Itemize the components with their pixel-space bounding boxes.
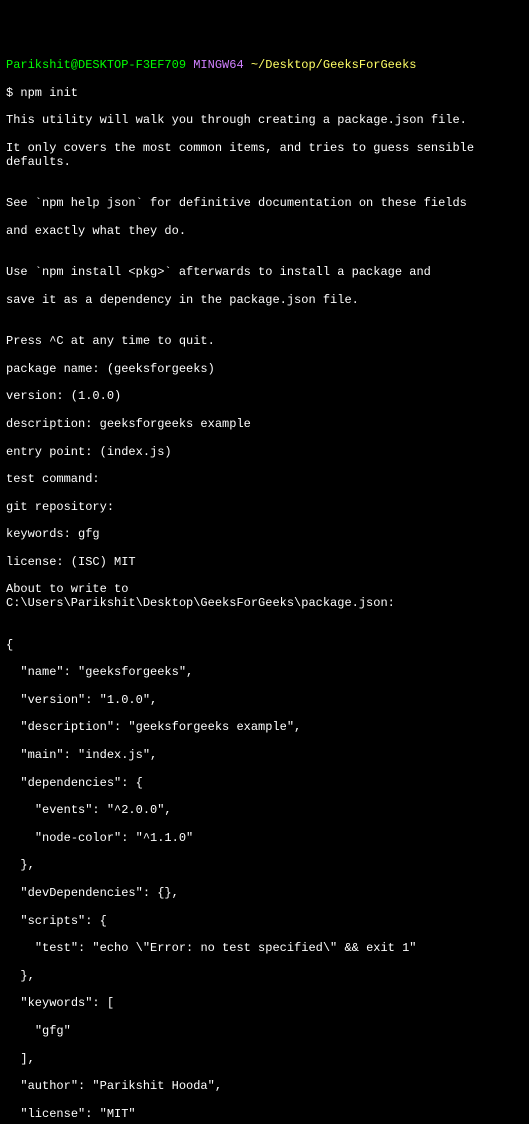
output-text: and exactly what they do. [6, 225, 523, 239]
prompt-qa[interactable]: test command: [6, 473, 523, 487]
json-preview: "description": "geeksforgeeks example", [6, 721, 523, 735]
json-preview: "author": "Parikshit Hooda", [6, 1080, 523, 1094]
output-text: See `npm help json` for definitive docum… [6, 197, 523, 211]
json-preview: "events": "^2.0.0", [6, 804, 523, 818]
json-preview: }, [6, 970, 523, 984]
prompt-qa[interactable]: entry point: (index.js) [6, 446, 523, 460]
prompt-line-1: Parikshit@DESKTOP-F3EF709 MINGW64 ~/Desk… [6, 59, 523, 73]
json-preview: "version": "1.0.0", [6, 694, 523, 708]
json-preview: { [6, 639, 523, 653]
json-preview: "main": "index.js", [6, 749, 523, 763]
output-text: Press ^C at any time to quit. [6, 335, 523, 349]
json-preview: "devDependencies": {}, [6, 887, 523, 901]
json-preview: "node-color": "^1.1.0" [6, 832, 523, 846]
prompt-path: ~/Desktop/GeeksForGeeks [251, 58, 417, 72]
output-text: Use `npm install <pkg>` afterwards to in… [6, 266, 523, 280]
json-preview: "dependencies": { [6, 777, 523, 791]
prompt-qa[interactable]: license: (ISC) MIT [6, 556, 523, 570]
json-preview: "scripts": { [6, 915, 523, 929]
prompt-qa[interactable]: package name: (geeksforgeeks) [6, 363, 523, 377]
output-text: This utility will walk you through creat… [6, 114, 523, 128]
prompt-qa[interactable]: keywords: gfg [6, 528, 523, 542]
json-preview: ], [6, 1053, 523, 1067]
prompt-qa[interactable]: git repository: [6, 501, 523, 515]
prompt-env: MINGW64 [193, 58, 243, 72]
output-text: About to write to C:\Users\Parikshit\Des… [6, 583, 523, 611]
json-preview: "gfg" [6, 1025, 523, 1039]
output-text: save it as a dependency in the package.j… [6, 294, 523, 308]
json-preview: }, [6, 859, 523, 873]
command-input[interactable]: $ npm init [6, 87, 523, 101]
prompt-user: Parikshit@DESKTOP-F3EF709 [6, 58, 186, 72]
output-text: It only covers the most common items, an… [6, 142, 523, 170]
prompt-qa[interactable]: version: (1.0.0) [6, 390, 523, 404]
json-preview: "name": "geeksforgeeks", [6, 666, 523, 680]
json-preview: "test": "echo \"Error: no test specified… [6, 942, 523, 956]
json-preview: "keywords": [ [6, 997, 523, 1011]
json-preview: "license": "MIT" [6, 1108, 523, 1122]
prompt-qa[interactable]: description: geeksforgeeks example [6, 418, 523, 432]
